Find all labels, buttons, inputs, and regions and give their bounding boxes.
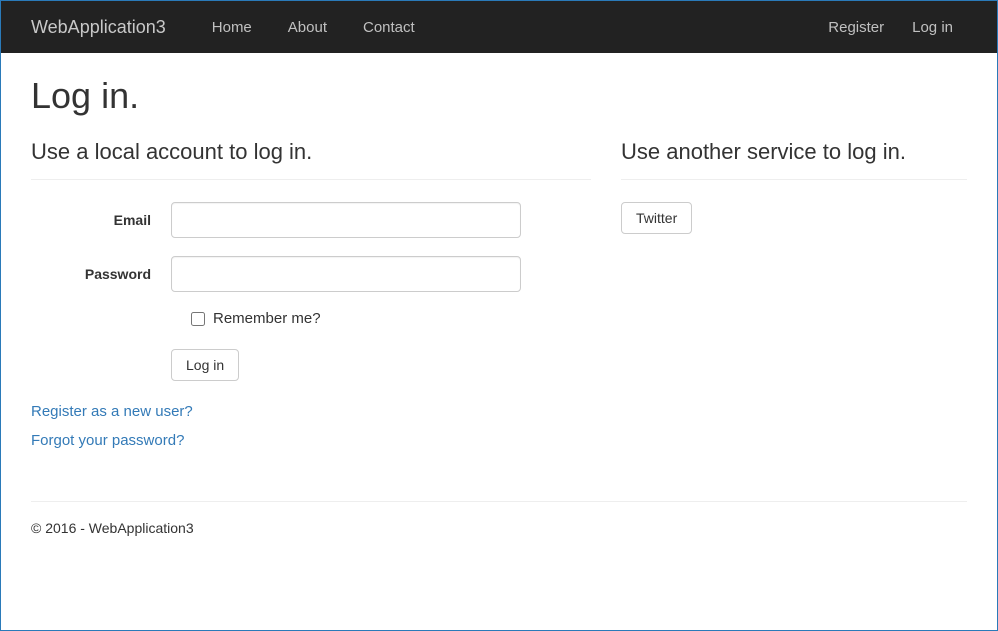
register-link-row: Register as a new user? (31, 403, 591, 420)
footer-text: © 2016 - WebApplication3 (31, 520, 194, 536)
navbar: WebApplication3 Home About Contact Regis… (1, 1, 997, 53)
password-label: Password (31, 266, 171, 282)
local-divider (31, 179, 591, 180)
footer: © 2016 - WebApplication3 (1, 502, 997, 554)
nav-register[interactable]: Register (814, 19, 898, 36)
remember-label: Remember me? (213, 310, 321, 327)
email-label: Email (31, 212, 171, 228)
navbar-brand[interactable]: WebApplication3 (31, 17, 166, 38)
submit-row: Log in (171, 349, 591, 381)
main-container: Log in. Use a local account to log in. E… (1, 53, 997, 483)
nav-contact[interactable]: Contact (345, 19, 433, 36)
local-login-heading: Use a local account to log in. (31, 139, 591, 165)
forgot-link-row: Forgot your password? (31, 432, 591, 449)
twitter-button[interactable]: Twitter (621, 202, 692, 234)
nav-home[interactable]: Home (194, 19, 270, 36)
external-login-heading: Use another service to log in. (621, 139, 967, 165)
password-field[interactable] (171, 256, 521, 292)
remember-checkbox[interactable] (191, 312, 205, 326)
external-login-section: Use another service to log in. Twitter (621, 139, 967, 461)
register-new-user-link[interactable]: Register as a new user? (31, 403, 193, 420)
columns: Use a local account to log in. Email Pas… (31, 139, 967, 461)
email-field[interactable] (171, 202, 521, 238)
nav-about[interactable]: About (270, 19, 345, 36)
external-providers: Twitter (621, 202, 967, 234)
navbar-right: Register Log in (814, 19, 967, 36)
page-title: Log in. (31, 75, 967, 117)
navbar-left: WebApplication3 Home About Contact (31, 17, 433, 38)
forgot-password-link[interactable]: Forgot your password? (31, 432, 184, 449)
password-row: Password (31, 256, 591, 292)
remember-row: Remember me? (191, 310, 591, 327)
external-divider (621, 179, 967, 180)
email-row: Email (31, 202, 591, 238)
nav-login[interactable]: Log in (898, 19, 967, 36)
login-button[interactable]: Log in (171, 349, 239, 381)
local-login-section: Use a local account to log in. Email Pas… (31, 139, 591, 461)
